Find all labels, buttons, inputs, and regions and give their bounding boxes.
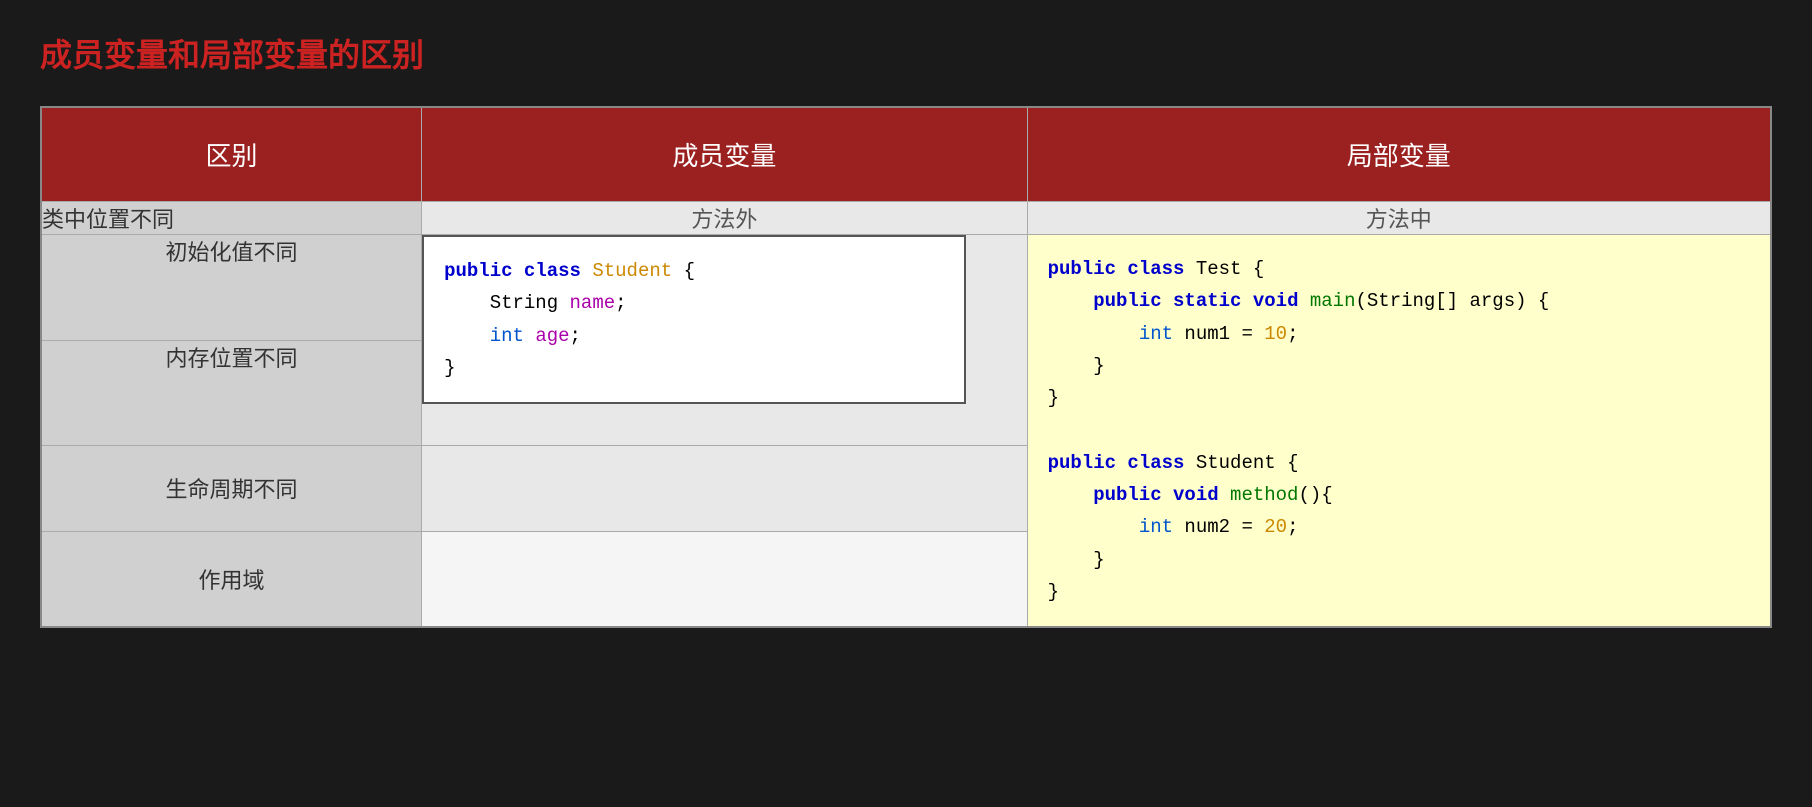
val-20: 20 [1264,516,1287,538]
kw-public-2: public [1093,290,1161,312]
local-code-box: public class Test { public static void m… [1027,235,1771,628]
page-title: 成员变量和局部变量的区别 [40,30,1772,76]
method-method: method [1230,484,1298,506]
row-label-memory: 内存位置不同 [41,340,422,446]
val-10: 10 [1264,323,1287,345]
kw-int: int [490,325,524,347]
header-col-local: 局部变量 [1027,107,1771,202]
table-header-row: 区别 成员变量 局部变量 [41,107,1771,202]
table-row: 类中位置不同 方法外 方法中 [41,202,1771,235]
code-member: public class Student { String name; int … [422,235,966,404]
kw-public: public [444,260,512,282]
var-age: age [535,325,569,347]
main-table: 区别 成员变量 局部变量 类中位置不同 方法外 方法中 初始化值不同 publi… [40,106,1772,628]
method-main: main [1310,290,1356,312]
classname-student: Student [1196,452,1276,474]
row-label-init: 初始化值不同 [41,235,422,341]
var-name: name [570,292,616,314]
member-position: 方法外 [422,202,1028,235]
code-local: public class Test { public static void m… [1028,235,1770,626]
header-col-difference: 区别 [41,107,422,202]
class-name-student: Student [592,260,672,282]
row-label-lifecycle: 生命周期不同 [41,446,422,532]
table-row-init: 初始化值不同 public class Student { String nam… [41,235,1771,341]
row-label-position: 类中位置不同 [41,202,422,235]
kw-class: class [524,260,581,282]
kw-public-3: public [1048,452,1116,474]
kw-int-2: int [1139,516,1173,538]
kw-void-2: void [1173,484,1219,506]
local-position: 方法中 [1027,202,1771,235]
row-label-scope: 作用域 [41,531,422,627]
kw-void-1: void [1253,290,1299,312]
member-lifecycle [422,446,1028,532]
kw-public-1: public [1048,258,1116,280]
member-scope [422,531,1028,627]
member-code-box: public class Student { String name; int … [422,235,1028,446]
kw-class-2: class [1127,452,1184,474]
header-col-member: 成员变量 [422,107,1028,202]
kw-public-4: public [1093,484,1161,506]
classname-test: Test [1196,258,1242,280]
kw-class-1: class [1127,258,1184,280]
kw-static: static [1173,290,1241,312]
kw-int-1: int [1139,323,1173,345]
